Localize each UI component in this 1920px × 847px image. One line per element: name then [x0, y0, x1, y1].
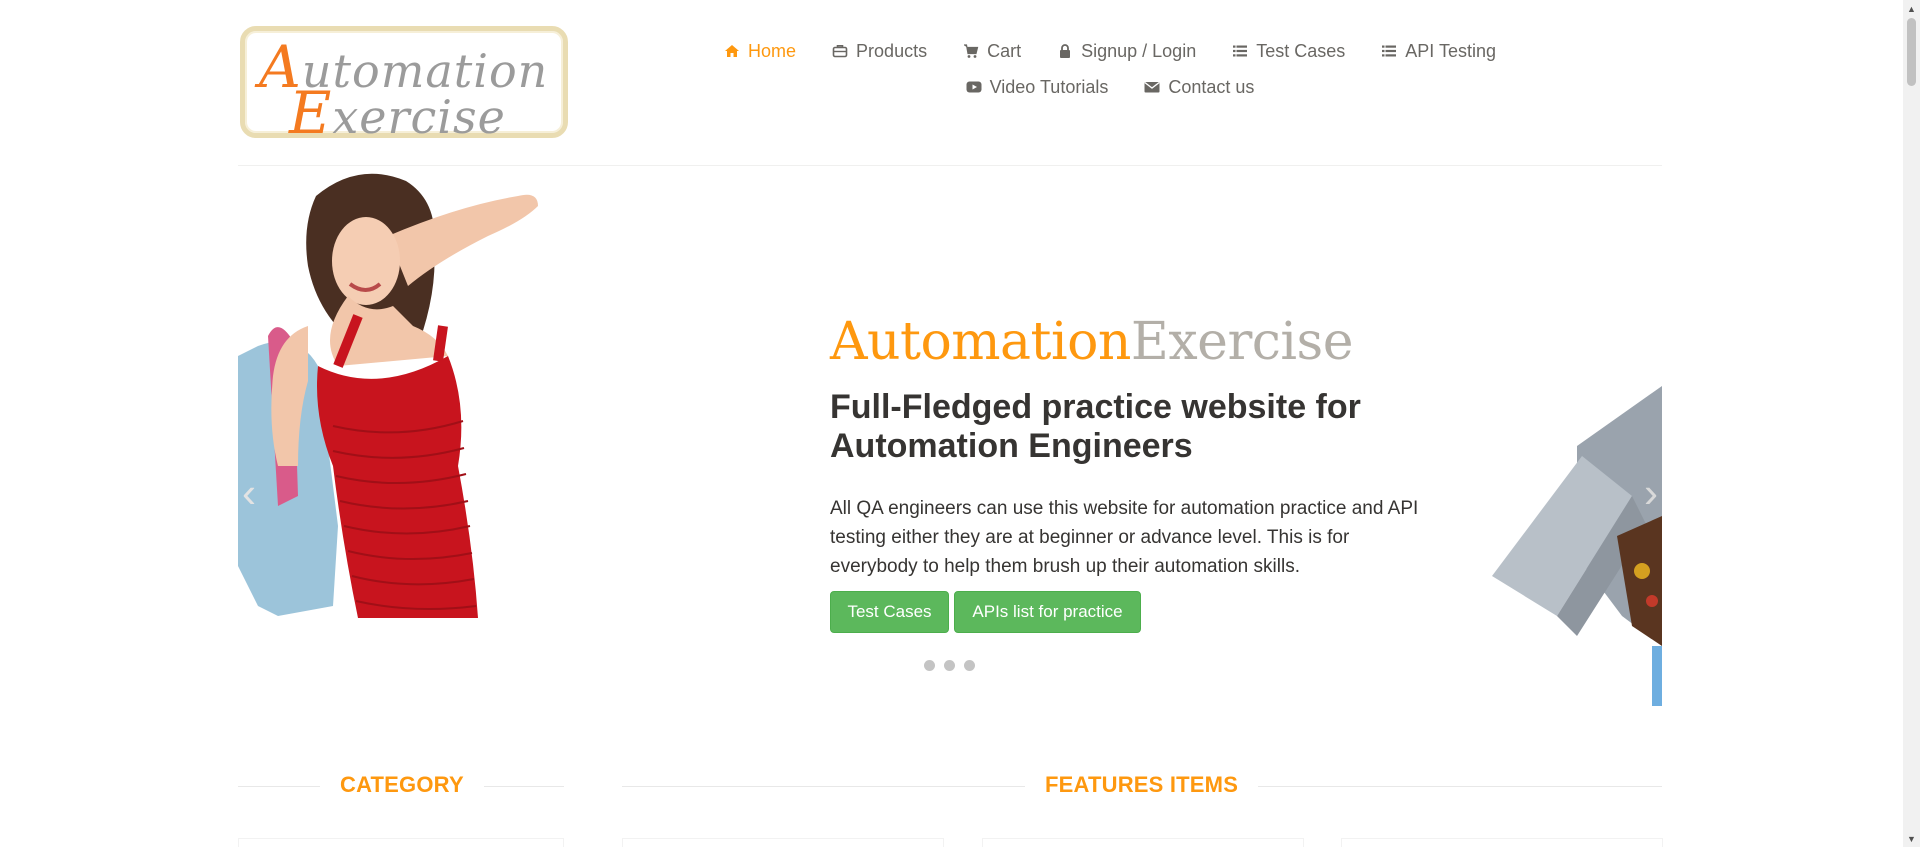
youtube-icon: [966, 79, 982, 95]
hero-carousel: AutomationExercise Full-Fledged practice…: [238, 166, 1662, 718]
nav-test-cases-label: Test Cases: [1256, 40, 1346, 61]
nav-products[interactable]: Products: [814, 38, 945, 64]
carousel-dot[interactable]: [944, 660, 955, 671]
product-card: [982, 838, 1304, 847]
nav-row-1: Home Products Cart Signup / Login Test C…: [725, 38, 1496, 64]
nav-cart-label: Cart: [987, 40, 1022, 61]
cart-icon: [963, 43, 979, 59]
product-card: [622, 838, 944, 847]
envelope-icon: [1144, 79, 1160, 95]
scroll-up-arrow-icon[interactable]: ▲: [1903, 0, 1920, 17]
shopping-bags-image: [1492, 386, 1662, 706]
test-cases-button[interactable]: Test Cases: [830, 591, 949, 633]
nav-api-testing-label: API Testing: [1405, 40, 1496, 61]
main-nav: Home Products Cart Signup / Login Test C…: [725, 38, 1496, 110]
nav-home-label: Home: [748, 40, 797, 61]
category-panel: [238, 838, 564, 847]
logo-line-2: Exercise: [289, 79, 506, 147]
carousel-indicators: [924, 660, 975, 671]
page-scrollbar[interactable]: ▲ ▼: [1903, 0, 1920, 847]
product-card: [1341, 838, 1663, 847]
home-icon: [724, 43, 740, 59]
nav-video-tutorials[interactable]: Video Tutorials: [948, 74, 1127, 100]
slider-brand-title: AutomationExercise: [830, 312, 1354, 372]
scroll-down-arrow-icon[interactable]: ▼: [1903, 830, 1920, 847]
scrollbar-thumb[interactable]: [1907, 18, 1916, 86]
carousel-dot[interactable]: [924, 660, 935, 671]
nav-cart[interactable]: Cart: [945, 38, 1039, 64]
nav-home[interactable]: Home: [706, 38, 814, 64]
nav-contact-us-label: Contact us: [1168, 76, 1255, 97]
briefcase-icon: [832, 43, 848, 59]
list-icon: [1232, 43, 1248, 59]
nav-contact-us[interactable]: Contact us: [1126, 74, 1272, 100]
carousel-next-arrow[interactable]: ›: [1644, 472, 1658, 514]
slider-description: All QA engineers can use this website fo…: [830, 498, 1419, 577]
nav-video-tutorials-label: Video Tutorials: [989, 76, 1109, 97]
category-title: CATEGORY: [320, 772, 484, 798]
nav-row-2: Video Tutorials Contact us: [740, 74, 1480, 100]
features-items-title: FEATURES ITEMS: [1025, 772, 1259, 798]
lock-icon: [1057, 43, 1073, 59]
nav-signup-login-label: Signup / Login: [1081, 40, 1197, 61]
site-logo[interactable]: Automation Exercise: [240, 26, 568, 147]
nav-api-testing[interactable]: API Testing: [1363, 38, 1514, 64]
nav-signup-login[interactable]: Signup / Login: [1039, 38, 1214, 64]
carousel-dot[interactable]: [964, 660, 975, 671]
list-icon: [1381, 43, 1397, 59]
nav-test-cases[interactable]: Test Cases: [1214, 38, 1363, 64]
slider-headline: Full-Fledged practice website for Automa…: [830, 388, 1361, 465]
apis-list-button[interactable]: APIs list for practice: [954, 591, 1141, 633]
model-in-red-dress-image: [238, 173, 538, 618]
nav-products-label: Products: [856, 40, 928, 61]
carousel-prev-arrow[interactable]: ‹: [242, 472, 256, 514]
